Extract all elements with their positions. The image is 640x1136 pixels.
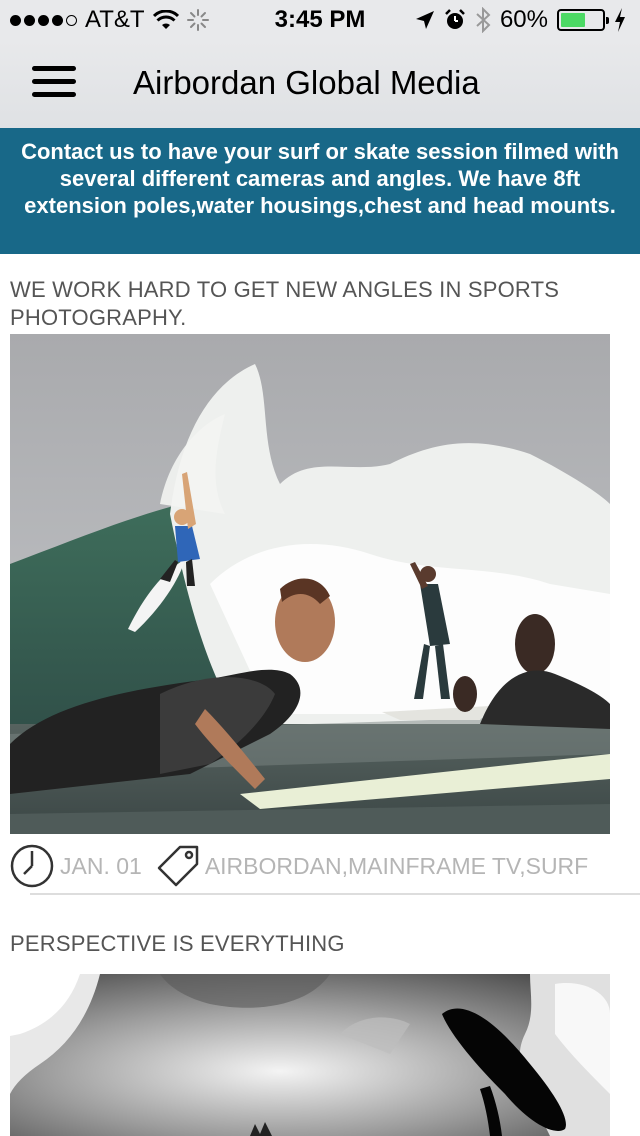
post-divider bbox=[30, 893, 640, 895]
post-tags-link[interactable]: AIRBORDAN,MAINFRAME TV,SURF bbox=[205, 853, 588, 880]
bluetooth-icon bbox=[476, 7, 491, 33]
contact-banner[interactable]: Contact us to have your surf or skate se… bbox=[0, 128, 640, 254]
battery-icon bbox=[557, 9, 609, 31]
clock-icon bbox=[10, 844, 54, 888]
charging-bolt-icon bbox=[615, 8, 625, 32]
location-arrow-icon bbox=[415, 11, 434, 29]
post-title[interactable]: WE WORK HARD TO GET NEW ANGLES IN SPORTS… bbox=[10, 276, 620, 332]
app-title: Airbordan Global Media bbox=[133, 64, 480, 101]
status-bar: AT&T 3:45 PM 60% bbox=[0, 0, 640, 40]
hamburger-menu-icon[interactable] bbox=[32, 66, 76, 98]
battery-level-fill bbox=[561, 13, 585, 27]
navigation-bar: Airbordan Global Media bbox=[0, 40, 640, 128]
tag-icon bbox=[157, 845, 199, 887]
post-title[interactable]: PERSPECTIVE IS EVERYTHING bbox=[10, 930, 620, 958]
post-image-perspective[interactable] bbox=[10, 974, 610, 1136]
post-meta: JAN. 01 AIRBORDAN,MAINFRAME TV,SURF bbox=[10, 844, 640, 888]
status-right: 60% bbox=[415, 6, 626, 34]
alarm-clock-icon bbox=[445, 9, 465, 29]
post-image-surfers[interactable] bbox=[10, 334, 610, 834]
battery-percent: 60% bbox=[499, 6, 548, 33]
post-date: JAN. 01 bbox=[60, 852, 142, 879]
